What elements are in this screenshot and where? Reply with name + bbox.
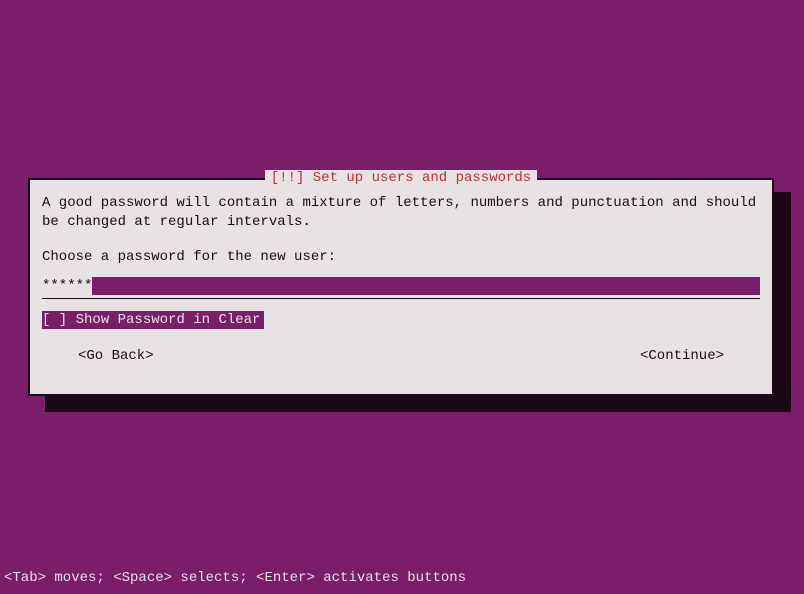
password-setup-dialog: [!!] Set up users and passwords A good p… — [28, 178, 774, 396]
dialog-title: [!!] Set up users and passwords — [265, 170, 537, 186]
instruction-text: A good password will contain a mixture o… — [42, 194, 760, 232]
button-row: <Go Back> <Continue> — [42, 347, 760, 366]
password-value: ****** — [42, 277, 92, 295]
show-password-checkbox[interactable]: [ ] Show Password in Clear — [42, 311, 264, 329]
checkbox-state: [ ] — [42, 312, 67, 328]
footer-help-text: <Tab> moves; <Space> selects; <Enter> ac… — [4, 570, 466, 586]
dialog-title-row: [!!] Set up users and passwords — [30, 170, 772, 186]
input-underline — [42, 298, 760, 299]
password-input[interactable]: ****** — [42, 277, 760, 295]
password-prompt: Choose a password for the new user: — [42, 248, 760, 267]
dialog-content: A good password will contain a mixture o… — [30, 180, 772, 376]
checkbox-label: Show Password in Clear — [76, 312, 261, 328]
continue-button[interactable]: <Continue> — [640, 347, 724, 366]
go-back-button[interactable]: <Go Back> — [78, 347, 154, 366]
